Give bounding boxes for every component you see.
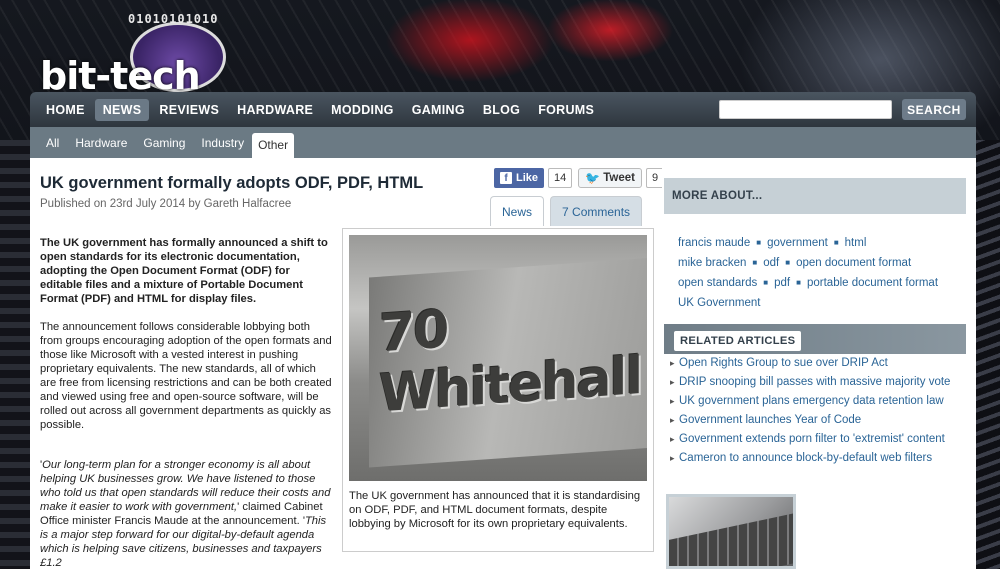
- subnav-item-hardware[interactable]: Hardware: [67, 136, 135, 158]
- site-logo[interactable]: 01010101010 bit-tech: [38, 8, 248, 98]
- related-heading: RELATED ARTICLES: [674, 331, 802, 351]
- nav-item-blog[interactable]: BLOG: [475, 99, 528, 121]
- article-meta: Published on 23rd July 2014 by Gareth Ha…: [40, 198, 292, 210]
- social-buttons: f Like 14 🐦 Tweet 9: [494, 168, 665, 188]
- tag-row: francis maude ■ government ■ html: [678, 233, 968, 253]
- bullet-separator: ■: [752, 258, 758, 268]
- related-list: Open Rights Group to sue over DRIP Act D…: [670, 356, 970, 470]
- article-panel: UK government formally adopts ODF, PDF, …: [30, 158, 665, 569]
- background-left-strip: [0, 140, 32, 569]
- tweet-label: Tweet: [603, 172, 635, 184]
- related-link[interactable]: DRIP snooping bill passes with massive m…: [670, 375, 970, 389]
- nav-item-home[interactable]: HOME: [38, 99, 93, 121]
- nav-item-reviews[interactable]: REVIEWS: [151, 99, 227, 121]
- whitehall-photo[interactable]: 70 Whitehall: [349, 235, 647, 481]
- related-link[interactable]: Cameron to announce block-by-default web…: [670, 451, 970, 465]
- article-figure: 70 Whitehall The UK government has annou…: [342, 228, 654, 552]
- related-link[interactable]: UK government plans emergency data reten…: [670, 394, 970, 408]
- tag-list: francis maude ■ government ■ html mike brack…: [678, 233, 968, 313]
- tag-link[interactable]: UK Government: [678, 297, 760, 309]
- nav-item-gaming[interactable]: GAMING: [404, 99, 473, 121]
- subnav-item-other[interactable]: Other: [252, 133, 295, 158]
- main-nav: HOME NEWS REVIEWS HARDWARE MODDING GAMIN…: [30, 92, 976, 127]
- figure-caption: The UK government has announced that it …: [349, 490, 641, 530]
- article-tabs: News 7 Comments: [490, 196, 648, 226]
- twitter-bird-icon: 🐦: [585, 171, 601, 185]
- related-link[interactable]: Government extends porn filter to 'extre…: [670, 432, 970, 446]
- tag-row: UK Government: [678, 293, 968, 313]
- article-quote: 'Our long-term plan for a stronger econo…: [40, 458, 334, 569]
- bullet-separator: ■: [833, 238, 839, 247]
- facebook-icon: f: [500, 172, 512, 184]
- nav-item-forums[interactable]: FORUMS: [530, 99, 602, 121]
- related-link[interactable]: Government launches Year of Code: [670, 413, 970, 427]
- sub-nav: All Hardware Gaming Industry Other: [30, 127, 976, 158]
- tag-link[interactable]: odf: [763, 257, 779, 269]
- like-count: 14: [548, 168, 573, 188]
- photo-engraving: 70 Whitehall: [379, 299, 642, 425]
- tag-link[interactable]: html: [845, 237, 867, 249]
- article-paragraph: The announcement follows considerable lo…: [40, 321, 332, 431]
- article-lead: The UK government has formally announced…: [40, 237, 328, 305]
- tag-row: mike bracken ■ odf ■ open document format: [678, 253, 968, 273]
- bullet-separator: ■: [763, 278, 769, 288]
- laptop-thumbnail[interactable]: [666, 494, 796, 569]
- tag-link[interactable]: francis maude: [678, 237, 750, 249]
- tag-link[interactable]: open standards: [678, 277, 757, 289]
- tab-news[interactable]: News: [490, 196, 545, 226]
- bullet-separator: ■: [796, 278, 801, 288]
- more-about-heading: MORE ABOUT...: [664, 178, 966, 214]
- search-input[interactable]: [719, 100, 892, 119]
- subnav-item-all[interactable]: All: [38, 136, 67, 158]
- background-right-strip: [974, 140, 1000, 569]
- tag-link[interactable]: open document format: [796, 257, 911, 269]
- thumbnail-keyboard: [669, 510, 793, 566]
- subnav-item-gaming[interactable]: Gaming: [135, 136, 193, 158]
- sidebar: MORE ABOUT... francis maude ■ government ■ h…: [662, 158, 976, 569]
- facebook-like-button[interactable]: f Like: [494, 168, 545, 188]
- related-link[interactable]: Open Rights Group to sue over DRIP Act: [670, 356, 970, 370]
- bullet-separator: ■: [756, 238, 762, 247]
- tab-comments[interactable]: 7 Comments: [550, 196, 643, 226]
- article-title: UK government formally adopts ODF, PDF, …: [40, 174, 424, 192]
- bullet-separator: ■: [785, 258, 791, 268]
- subnav-item-industry[interactable]: Industry: [193, 136, 252, 158]
- tag-link[interactable]: government: [767, 237, 828, 249]
- tag-link[interactable]: pdf: [774, 277, 790, 289]
- search-button[interactable]: SEARCH: [902, 99, 966, 120]
- nav-item-modding[interactable]: MODDING: [323, 99, 402, 121]
- logo-binary: 01010101010: [128, 12, 219, 26]
- tag-link[interactable]: portable document format: [807, 277, 938, 289]
- facebook-like-label: Like: [516, 172, 539, 184]
- nav-item-hardware[interactable]: HARDWARE: [229, 99, 321, 121]
- tweet-button[interactable]: 🐦 Tweet: [578, 168, 642, 188]
- nav-item-news[interactable]: NEWS: [94, 98, 150, 121]
- tag-link[interactable]: mike bracken: [678, 257, 746, 269]
- tag-row: open standards ■ pdf ■ portable document for…: [678, 273, 968, 293]
